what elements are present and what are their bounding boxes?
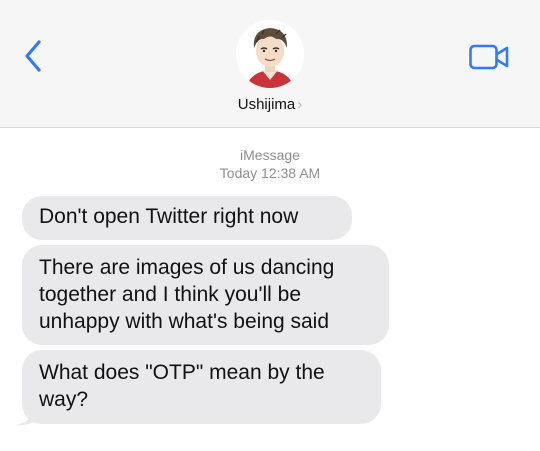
contact-avatar[interactable] [236,20,304,88]
message-bubble[interactable]: What does "OTP" mean by the way? [22,350,381,424]
back-button[interactable] [20,40,46,72]
chevron-left-icon [25,40,41,72]
message-bubble[interactable]: There are images of us dancing together … [22,245,389,345]
avatar-image [236,20,304,88]
conversation-header: Ushijima › [0,0,540,128]
contact-name-button[interactable]: Ushijima › [0,96,540,113]
conversation-meta: iMessage Today 12:38 AM [0,146,540,182]
service-label: iMessage [240,147,300,163]
facetime-video-button[interactable] [468,42,510,72]
chevron-right-icon: › [297,96,303,113]
message-bubble[interactable]: Don't open Twitter right now [22,196,352,240]
contact-name: Ushijima [237,96,296,113]
message-text: Don't open Twitter right now [39,205,299,228]
message-text: What does "OTP" mean by the way? [39,361,325,411]
video-camera-icon [469,44,509,70]
message-text: There are images of us dancing together … [39,256,335,333]
timestamp: Today 12:38 AM [219,165,321,181]
